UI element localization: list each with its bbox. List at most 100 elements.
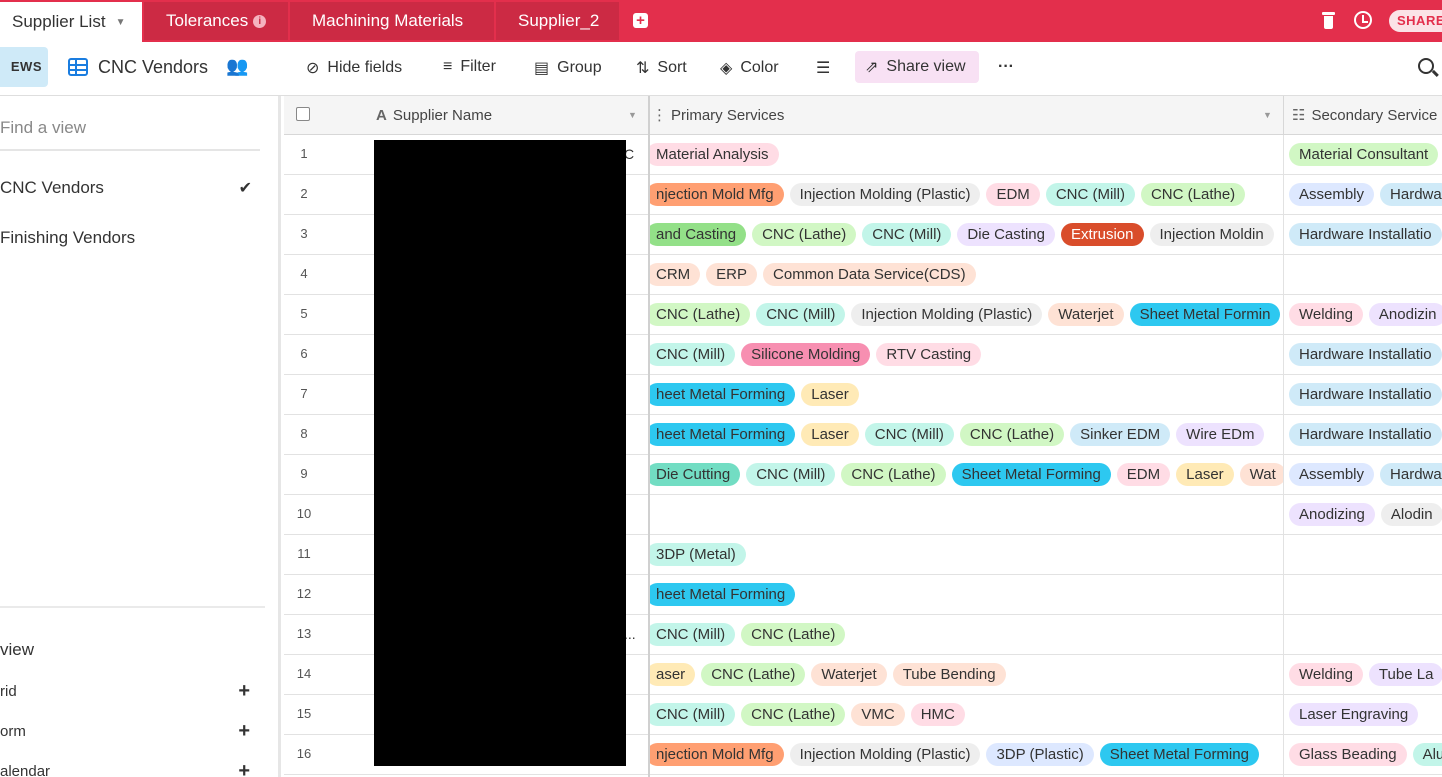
secondary-services-cell[interactable]: Assembly Hardwa [1285, 175, 1442, 214]
primary-services-cell[interactable]: Die Cutting CNC (Mill) CNC (Lathe) Sheet Me… [650, 455, 1283, 494]
plus-icon[interactable]: + [238, 680, 250, 703]
secondary-services-cell[interactable]: Laser Engraving [1285, 695, 1442, 734]
add-tab-icon[interactable]: + [633, 13, 648, 28]
secondary-services-cell[interactable]: Material Consultant [1285, 135, 1442, 174]
view-label: CNC Vendors [0, 178, 104, 197]
divider [0, 606, 265, 608]
row-number: 13 [296, 626, 312, 641]
find-view-input[interactable]: Find a view [0, 118, 86, 138]
views-toggle-button[interactable]: EWS [0, 47, 48, 87]
secondary-services-cell[interactable] [1285, 255, 1442, 294]
share-view-button[interactable]: ⇗ Share view [855, 51, 979, 83]
secondary-services-cell[interactable]: Hardware Installatio [1285, 335, 1442, 374]
secondary-services-cell[interactable]: Welding Anodizin [1285, 295, 1442, 334]
secondary-services-cell[interactable] [1285, 615, 1442, 654]
current-view-name[interactable]: CNC Vendors [98, 57, 208, 78]
primary-services-cell[interactable] [650, 495, 1283, 534]
primary-services-cell[interactable]: 3DP (Metal) [650, 535, 1283, 574]
service-tag: Hardware Installatio [1289, 223, 1442, 246]
secondary-services-cell[interactable] [1285, 575, 1442, 614]
column-header-supplier-name[interactable]: A Supplier Name [376, 96, 492, 135]
plus-icon[interactable]: + [238, 760, 250, 777]
tab-supplier-2[interactable]: Supplier_2 [496, 2, 619, 40]
trash-icon[interactable] [1322, 12, 1335, 29]
primary-services-cell[interactable]: heet Metal Forming Laser CNC (Mill) CNC (La… [650, 415, 1283, 454]
service-tag: Welding [1289, 663, 1363, 686]
primary-services-cell[interactable]: njection Mold Mfg Injection Molding (Plas… [650, 175, 1283, 214]
service-tag: CNC (Lathe) [701, 663, 806, 686]
chevron-down-icon[interactable]: ▼ [628, 96, 637, 135]
column-header-primary-services[interactable]: ⋮ Primary Services [652, 96, 784, 135]
row-number: 10 [296, 506, 312, 521]
hide-fields-button[interactable]: ⊘ Hide fields [306, 58, 402, 78]
create-calendar-view[interactable]: alendar + [0, 760, 250, 777]
service-tag: Wire EDm [1176, 423, 1265, 446]
filter-button[interactable]: ≡ Filter [443, 58, 496, 76]
service-tag: EDM [986, 183, 1040, 206]
row-height-button[interactable]: ☰ [816, 58, 838, 78]
sidebar-view-finishing-vendors[interactable]: Finishing Vendors [0, 228, 260, 248]
tab-tolerances[interactable]: Tolerances i [144, 2, 288, 40]
more-options-icon[interactable]: ··· [998, 58, 1014, 76]
tab-label: Machining Materials [312, 11, 464, 30]
grid-view-icon [68, 58, 88, 76]
primary-services-cell[interactable]: CNC (Mill) CNC (Lathe) [650, 615, 1283, 654]
tab-machining-materials[interactable]: Machining Materials [290, 2, 494, 40]
secondary-services-cell[interactable]: Hardware Installatio [1285, 375, 1442, 414]
secondary-services-cell[interactable]: Hardware Installatio [1285, 215, 1442, 254]
chevron-down-icon[interactable]: ▼ [1263, 96, 1272, 135]
row-number: 3 [300, 226, 308, 241]
service-tag: Waterjet [1048, 303, 1124, 326]
service-tag: Alu [1412, 743, 1442, 766]
search-icon[interactable] [1418, 58, 1434, 74]
select-all-checkbox[interactable] [296, 107, 310, 121]
create-form-view[interactable]: orm + [0, 720, 250, 743]
primary-services-cell[interactable]: heet Metal Forming [650, 575, 1283, 614]
primary-services-cell[interactable]: and Casting CNC (Lathe) CNC (Mill) Die Cast… [650, 215, 1283, 254]
service-tag: Hardware Installatio [1289, 343, 1442, 366]
primary-services-cell[interactable]: Material Analysis [650, 135, 1283, 174]
primary-services-cell[interactable]: heet Metal Forming Laser [650, 375, 1283, 414]
primary-services-cell[interactable]: njection Mold Mfg Injection Molding (Plas… [650, 735, 1283, 774]
secondary-services-cell[interactable]: Assembly Hardwa [1285, 455, 1442, 494]
divider [1283, 135, 1284, 777]
sort-button[interactable]: ⇅ Sort [636, 58, 687, 78]
color-button[interactable]: ◈ Color [720, 58, 779, 78]
plus-icon[interactable]: + [238, 720, 250, 743]
secondary-services-cell[interactable]: Welding Tube La [1285, 655, 1442, 694]
service-tag: Common Data Service(CDS) [763, 263, 976, 286]
service-tag: Injection Molding (Plastic) [789, 743, 981, 766]
secondary-services-cell[interactable] [1285, 535, 1442, 574]
column-header-secondary-services[interactable]: ☷ Secondary Service [1292, 96, 1437, 135]
share-button[interactable]: SHARE [1389, 10, 1442, 32]
redaction-block [374, 140, 626, 766]
row-number: 12 [296, 586, 312, 601]
secondary-services-cell[interactable]: Hardware Installatio [1285, 415, 1442, 454]
primary-services-cell[interactable]: CRM ERP Common Data Service(CDS) [650, 255, 1283, 294]
service-tag: Wat [1239, 463, 1283, 486]
checkmark-icon: ✔ [238, 180, 252, 197]
sidebar-view-cnc-vendors[interactable]: CNC Vendors ✔ [0, 178, 260, 198]
row-number: 4 [300, 266, 308, 281]
primary-services-cell[interactable]: CNC (Lathe) CNC (Mill) Injection Molding (… [650, 295, 1283, 334]
paint-bucket-icon: ◈ [720, 60, 733, 77]
group-button[interactable]: ▤ Group [534, 58, 602, 78]
row-number: 5 [300, 306, 308, 321]
chevron-down-icon[interactable]: ▼ [116, 17, 126, 28]
history-icon[interactable] [1354, 11, 1372, 29]
create-grid-view[interactable]: rid + [0, 680, 250, 703]
primary-services-cell[interactable]: CNC (Mill) Silicone Molding RTV Casting [650, 335, 1283, 374]
create-view-heading: view [0, 640, 35, 659]
service-tag: CNC (Mill) [756, 303, 846, 326]
filter-icon: ≡ [443, 58, 453, 75]
service-tag: Sheet Metal Formin [1129, 303, 1281, 326]
service-tag: CNC (Lathe) [841, 463, 946, 486]
service-tag: Laser Engraving [1289, 703, 1419, 726]
secondary-services-cell[interactable]: Glass Beading Alu [1285, 735, 1442, 774]
primary-services-cell[interactable]: aser CNC (Lathe) Waterjet Tube Bending [650, 655, 1283, 694]
collaborators-icon[interactable]: 👥 [226, 56, 248, 77]
tab-supplier-list[interactable]: Supplier List ▼ [0, 2, 142, 42]
secondary-services-cell[interactable]: Anodizing Alodin [1285, 495, 1442, 534]
primary-services-cell[interactable]: CNC (Mill) CNC (Lathe) VMC HMC [650, 695, 1283, 734]
service-tag: EDM [1116, 463, 1171, 486]
